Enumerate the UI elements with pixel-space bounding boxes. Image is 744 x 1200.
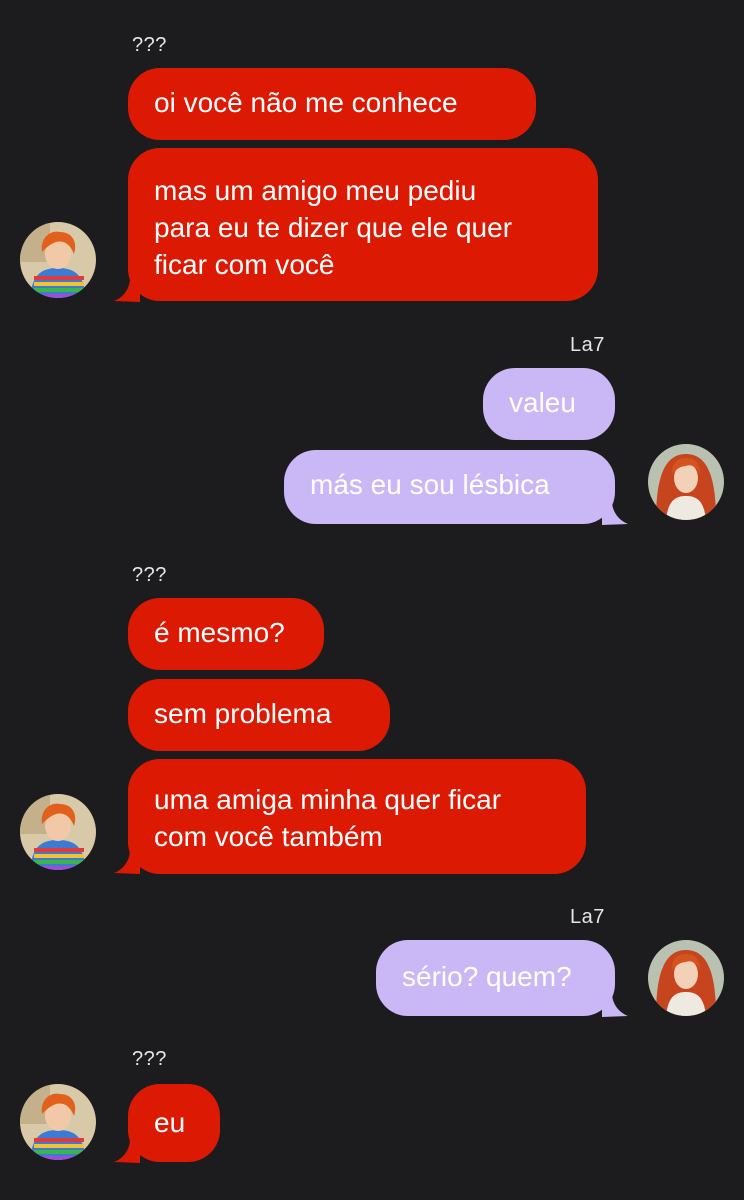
message-text: oi você não me conhece: [154, 87, 458, 118]
contact-avatar[interactable]: [20, 1084, 96, 1160]
message-text: é mesmo?: [154, 617, 285, 648]
bubble-tail: [602, 993, 628, 1017]
contact-avatar[interactable]: [20, 794, 96, 870]
bubble-tail: [114, 850, 140, 874]
user-avatar[interactable]: [648, 940, 724, 1016]
message-text-line: ficar com você: [154, 249, 335, 280]
message-text-line: com você também: [154, 821, 383, 852]
incoming-message[interactable]: sem problema: [128, 679, 390, 751]
incoming-message[interactable]: uma amiga minha quer ficar com você tamb…: [128, 759, 586, 874]
incoming-message[interactable]: mas um amigo meu pediu para eu te dizer …: [128, 148, 598, 301]
outgoing-message[interactable]: sério? quem?: [376, 940, 615, 1016]
message-text: sério? quem?: [402, 961, 572, 992]
sender-name: ???: [132, 564, 167, 586]
sender-name: La7: [570, 906, 605, 928]
user-avatar[interactable]: [648, 444, 724, 520]
message-text-line: para eu te dizer que ele quer: [154, 212, 513, 243]
message-text: más eu sou lésbica: [310, 469, 550, 500]
sender-name: ???: [132, 1048, 167, 1070]
message-text: eu: [154, 1107, 186, 1138]
message-text: sem problema: [154, 698, 332, 729]
message-text-line: mas um amigo meu pediu: [154, 175, 477, 206]
outgoing-message[interactable]: más eu sou lésbica: [284, 450, 615, 524]
contact-avatar[interactable]: [20, 222, 96, 298]
incoming-message[interactable]: eu: [128, 1084, 220, 1162]
sender-name: La7: [570, 334, 605, 356]
message-text: valeu: [509, 387, 576, 418]
bubble-tail: [602, 501, 628, 525]
incoming-message[interactable]: é mesmo?: [128, 598, 324, 670]
message-text-line: uma amiga minha quer ficar: [154, 784, 502, 815]
bubble-tail: [114, 1139, 140, 1163]
outgoing-message[interactable]: valeu: [483, 368, 615, 440]
sender-name: ???: [132, 34, 167, 56]
bubble-tail: [114, 278, 140, 302]
incoming-message[interactable]: oi você não me conhece: [128, 68, 536, 140]
